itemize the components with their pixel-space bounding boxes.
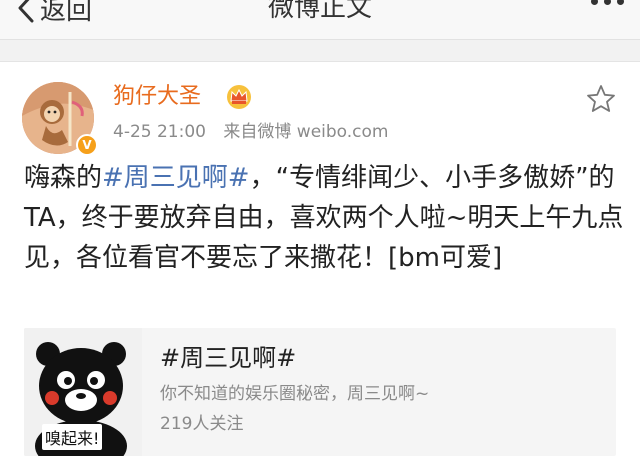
- topic-card[interactable]: 嗅起来! #周三见啊# 你不知道的娱乐圈秘密，周三见啊~ 219人关注: [24, 328, 616, 456]
- image-caption: 嗅起来!: [42, 424, 103, 450]
- post-time: 4-25 21:00: [113, 122, 206, 142]
- card-title: #周三见啊#: [160, 344, 297, 372]
- username[interactable]: 狗仔大圣: [113, 82, 201, 112]
- dot: [617, 0, 624, 5]
- post-meta: 4-25 21:00 来自微博 weibo.com: [113, 120, 389, 144]
- nav-bar: 返回 微博正文: [0, 0, 640, 40]
- card-followers: 219人关注: [160, 414, 244, 434]
- dot: [591, 0, 598, 5]
- verified-badge-icon: V: [76, 134, 98, 156]
- weibo-post: V 狗仔大圣 4-25 21:00 来自微博 weibo.com 嗨森的#周三见…: [0, 62, 640, 461]
- section-gap: [0, 40, 640, 62]
- content-text: 嗨森的: [24, 163, 103, 193]
- post-content: 嗨森的#周三见啊#，“专情绯闻少、小手多傲娇”的TA，终于要放弃自由，喜欢两个人…: [24, 158, 624, 278]
- page-title: 微博正文: [267, 0, 372, 23]
- more-dots-icon[interactable]: [591, 0, 624, 5]
- card-description: 你不知道的娱乐圈秘密，周三见啊~: [160, 384, 430, 404]
- topic-link[interactable]: #周三见啊#: [102, 163, 250, 193]
- dot: [604, 0, 611, 5]
- topic-card-image: 嗅起来!: [24, 328, 142, 456]
- crown-icon: [227, 85, 251, 109]
- star-icon[interactable]: [586, 84, 616, 114]
- post-source: 来自微博 weibo.com: [223, 122, 389, 142]
